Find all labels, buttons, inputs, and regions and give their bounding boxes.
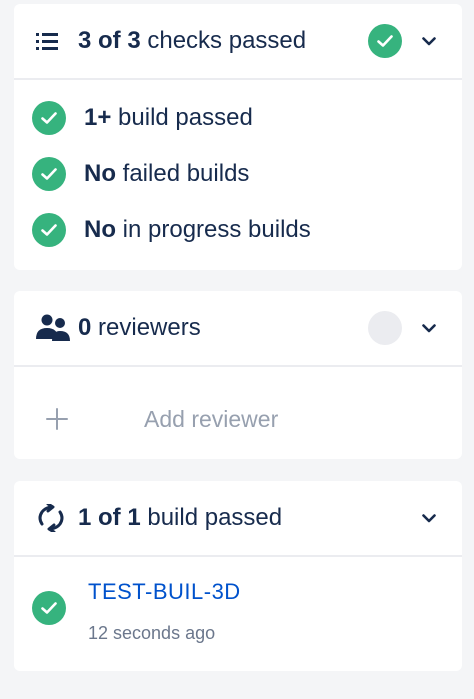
check-item-text: failed builds: [116, 160, 250, 187]
reviewers-label: reviewers: [91, 314, 201, 341]
checks-card: 3 of 3 checks passed 1+ build passed No …: [14, 4, 462, 270]
add-reviewer-button[interactable]: Add reviewer: [42, 403, 278, 435]
build-link[interactable]: TEST-BUIL-3D: [88, 579, 241, 605]
reviewers-count: 0: [78, 314, 92, 341]
builds-summary-label: build passed: [140, 504, 283, 531]
reviewers-card: 0 reviewers Add reviewer: [14, 291, 462, 459]
builds-count: 1 of 1: [78, 504, 141, 531]
check-item: No in progress builds: [32, 212, 311, 248]
check-item-text: in progress builds: [116, 216, 311, 243]
refresh-icon: [36, 504, 66, 532]
add-reviewer-label: Add reviewer: [144, 405, 279, 432]
check-item-label: No in progress builds: [84, 216, 311, 244]
check-icon: [32, 591, 66, 625]
reviewers-header[interactable]: 0 reviewers: [14, 291, 462, 367]
plus-icon: [42, 404, 72, 434]
check-item-label: 1+ build passed: [84, 104, 253, 132]
people-icon: [36, 314, 70, 342]
builds-card: 1 of 1 build passed TEST-BUIL-3D 12 seco…: [14, 481, 462, 671]
status-indicator: [368, 311, 402, 345]
check-item: 1+ build passed: [32, 100, 253, 136]
check-icon: [368, 24, 402, 58]
check-icon: [32, 101, 66, 135]
list-icon: [36, 31, 60, 51]
checks-summary-label: checks passed: [140, 27, 307, 54]
chevron-down-icon[interactable]: [418, 507, 440, 529]
check-item-bold: 1+: [84, 104, 112, 131]
chevron-down-icon[interactable]: [418, 30, 440, 52]
checks-count: 3 of 3: [78, 27, 141, 54]
check-item-label: No failed builds: [84, 160, 249, 188]
check-item: No failed builds: [32, 156, 249, 192]
builds-header[interactable]: 1 of 1 build passed: [14, 481, 462, 557]
check-item-bold: No: [84, 160, 116, 187]
checks-summary: 3 of 3 checks passed: [78, 27, 306, 55]
check-item-text: build passed: [111, 104, 253, 131]
chevron-down-icon[interactable]: [418, 317, 440, 339]
check-icon: [32, 157, 66, 191]
reviewers-summary: 0 reviewers: [78, 314, 201, 342]
check-item-bold: No: [84, 216, 116, 243]
builds-summary: 1 of 1 build passed: [78, 504, 282, 532]
build-timestamp: 12 seconds ago: [88, 623, 216, 643]
checks-header[interactable]: 3 of 3 checks passed: [14, 4, 462, 80]
check-icon: [32, 213, 66, 247]
